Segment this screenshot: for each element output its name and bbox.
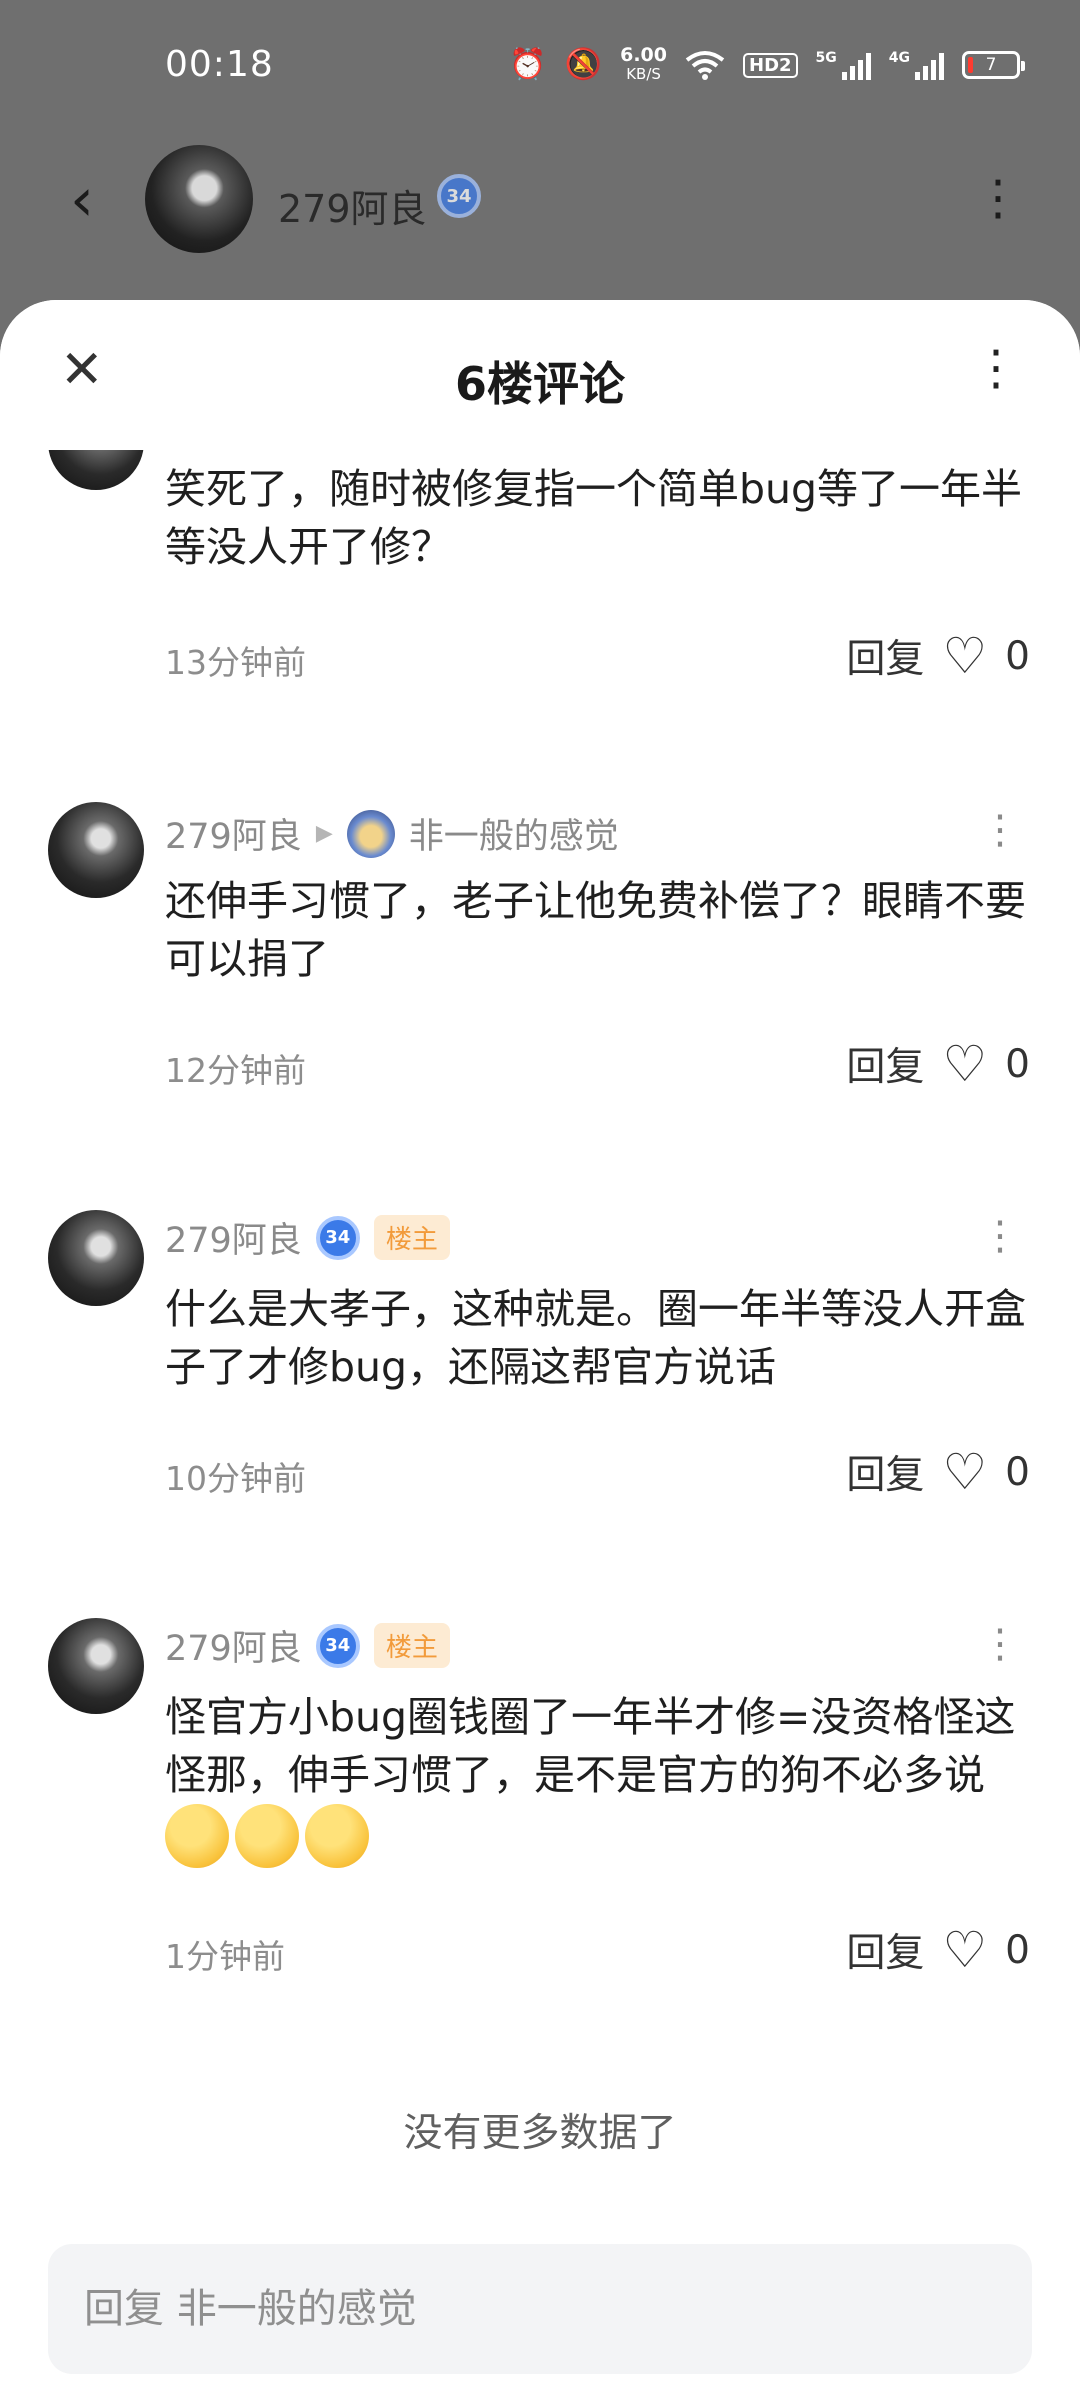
comment-meta: 279阿良 34 楼主 — [165, 1212, 450, 1263]
reply-arrow-icon: ▶ — [315, 821, 333, 846]
no-more-data-text: 没有更多数据了 — [403, 2111, 677, 2156]
commenter-name[interactable]: 279阿良 — [165, 808, 302, 859]
comment-time: 13分钟前 — [165, 643, 306, 682]
battery-level: 7 — [985, 55, 997, 75]
hd-badge: HD2 — [743, 52, 798, 78]
like-heart-icon[interactable]: ♡ — [942, 631, 987, 681]
yawning-face-emoji — [165, 1804, 229, 1868]
sheet-more-icon[interactable]: ⋮ — [972, 340, 1020, 396]
reply-button[interactable]: 回复 — [846, 1036, 924, 1092]
commenter-avatar[interactable] — [48, 1210, 144, 1306]
like-count: 0 — [1005, 633, 1030, 679]
like-count: 0 — [1005, 1927, 1030, 1973]
author-avatar[interactable] — [145, 145, 253, 253]
comment-more-icon[interactable]: ⋮ — [980, 810, 1020, 850]
comment-actions: 回复 ♡ 0 — [846, 1036, 1030, 1092]
reply-button[interactable]: 回复 — [846, 1922, 924, 1978]
commenter-avatar[interactable] — [48, 802, 144, 898]
comment-more-icon[interactable]: ⋮ — [980, 1624, 1020, 1664]
alarm-icon: ⏰ — [509, 47, 547, 82]
battery-icon: 7 — [962, 51, 1025, 79]
yawning-face-emoji — [235, 1804, 299, 1868]
status-icons: ⏰ 🔕 6.00 KB/S HD2 5G 4G 7 — [509, 44, 1025, 84]
comment-actions: 回复 ♡ 0 — [846, 1444, 1030, 1500]
comment-meta: 279阿良 ▶ 非一般的感觉 — [165, 808, 619, 859]
like-heart-icon[interactable]: ♡ — [942, 1039, 987, 1089]
level-badge: 34 — [315, 1623, 360, 1668]
level-badge: 34 — [315, 1215, 360, 1260]
signal-5g-icon: 5G — [816, 50, 871, 80]
status-time: 00:18 — [165, 44, 274, 85]
commenter-name[interactable]: 279阿良 — [165, 1620, 302, 1671]
reply-target-avatar[interactable] — [346, 809, 395, 858]
reply-button[interactable]: 回复 — [846, 628, 924, 684]
like-count: 0 — [1005, 1041, 1030, 1087]
comment-meta: 279阿良 34 楼主 — [165, 1620, 450, 1671]
level-badge: 34 — [437, 174, 481, 218]
comment-time: 10分钟前 — [165, 1459, 306, 1498]
like-heart-icon[interactable]: ♡ — [942, 1925, 987, 1975]
author-name[interactable]: 279阿良 — [278, 178, 427, 233]
more-vertical-icon[interactable]: ⋮ — [974, 170, 1022, 226]
mute-bell-icon: 🔕 — [564, 47, 603, 82]
comment-text: 什么是大孝子，这种就是。圈一年半等没人开盒子了才修bug，还隔这帮官方说话 — [165, 1285, 1026, 1391]
comments-sheet: ✕ 6楼评论 ⋮ 笑死了，随时被修复指一个简单bug等了一年半等没人开了修？ 1… — [0, 300, 1080, 2400]
page-header: ‹ 279阿良 34 ⋮ — [0, 140, 1080, 260]
comment-actions: 回复 ♡ 0 — [846, 1922, 1030, 1978]
comment-more-icon[interactable]: ⋮ — [980, 1216, 1020, 1256]
comment-actions: 回复 ♡ 0 — [846, 628, 1030, 684]
wifi-icon — [685, 51, 725, 80]
like-heart-icon[interactable]: ♡ — [942, 1447, 987, 1497]
back-icon[interactable]: ‹ — [70, 170, 94, 230]
reply-target-name[interactable]: 非一般的感觉 — [409, 808, 619, 859]
comment-text: 怪官方小bug圈钱圈了一年半才修=没资格怪这怪那，伸手习惯了，是不是官方的狗不必… — [165, 1688, 1045, 1868]
reply-input[interactable]: 回复 非一般的感觉 — [48, 2244, 1032, 2374]
yawning-face-emoji — [305, 1804, 369, 1868]
status-bar: 00:18 ⏰ 🔕 6.00 KB/S HD2 5G 4G 7 — [0, 0, 1080, 140]
signal-4g-icon: 4G — [889, 50, 944, 80]
reply-button[interactable]: 回复 — [846, 1444, 924, 1500]
comment-text: 笑死了，随时被修复指一个简单bug等了一年半等没人开了修？ — [165, 465, 1023, 571]
comment-time: 12分钟前 — [165, 1051, 306, 1090]
commenter-avatar[interactable] — [48, 1618, 144, 1714]
net-speed: 6.00 KB/S — [620, 44, 667, 84]
comment-time: 1分钟前 — [165, 1937, 285, 1976]
owner-tag: 楼主 — [373, 1623, 450, 1668]
commenter-name[interactable]: 279阿良 — [165, 1212, 302, 1263]
comment-text: 还伸手习惯了，老子让他免费补偿了？眼睛不要可以捐了 — [165, 877, 1026, 983]
like-count: 0 — [1005, 1449, 1030, 1495]
sheet-title: 6楼评论 — [454, 357, 625, 411]
owner-tag: 楼主 — [373, 1215, 450, 1260]
sheet-header: ✕ 6楼评论 ⋮ — [0, 300, 1080, 450]
comment-text-body: 怪官方小bug圈钱圈了一年半才修=没资格怪这怪那，伸手习惯了，是不是官方的狗不必… — [165, 1693, 1016, 1799]
